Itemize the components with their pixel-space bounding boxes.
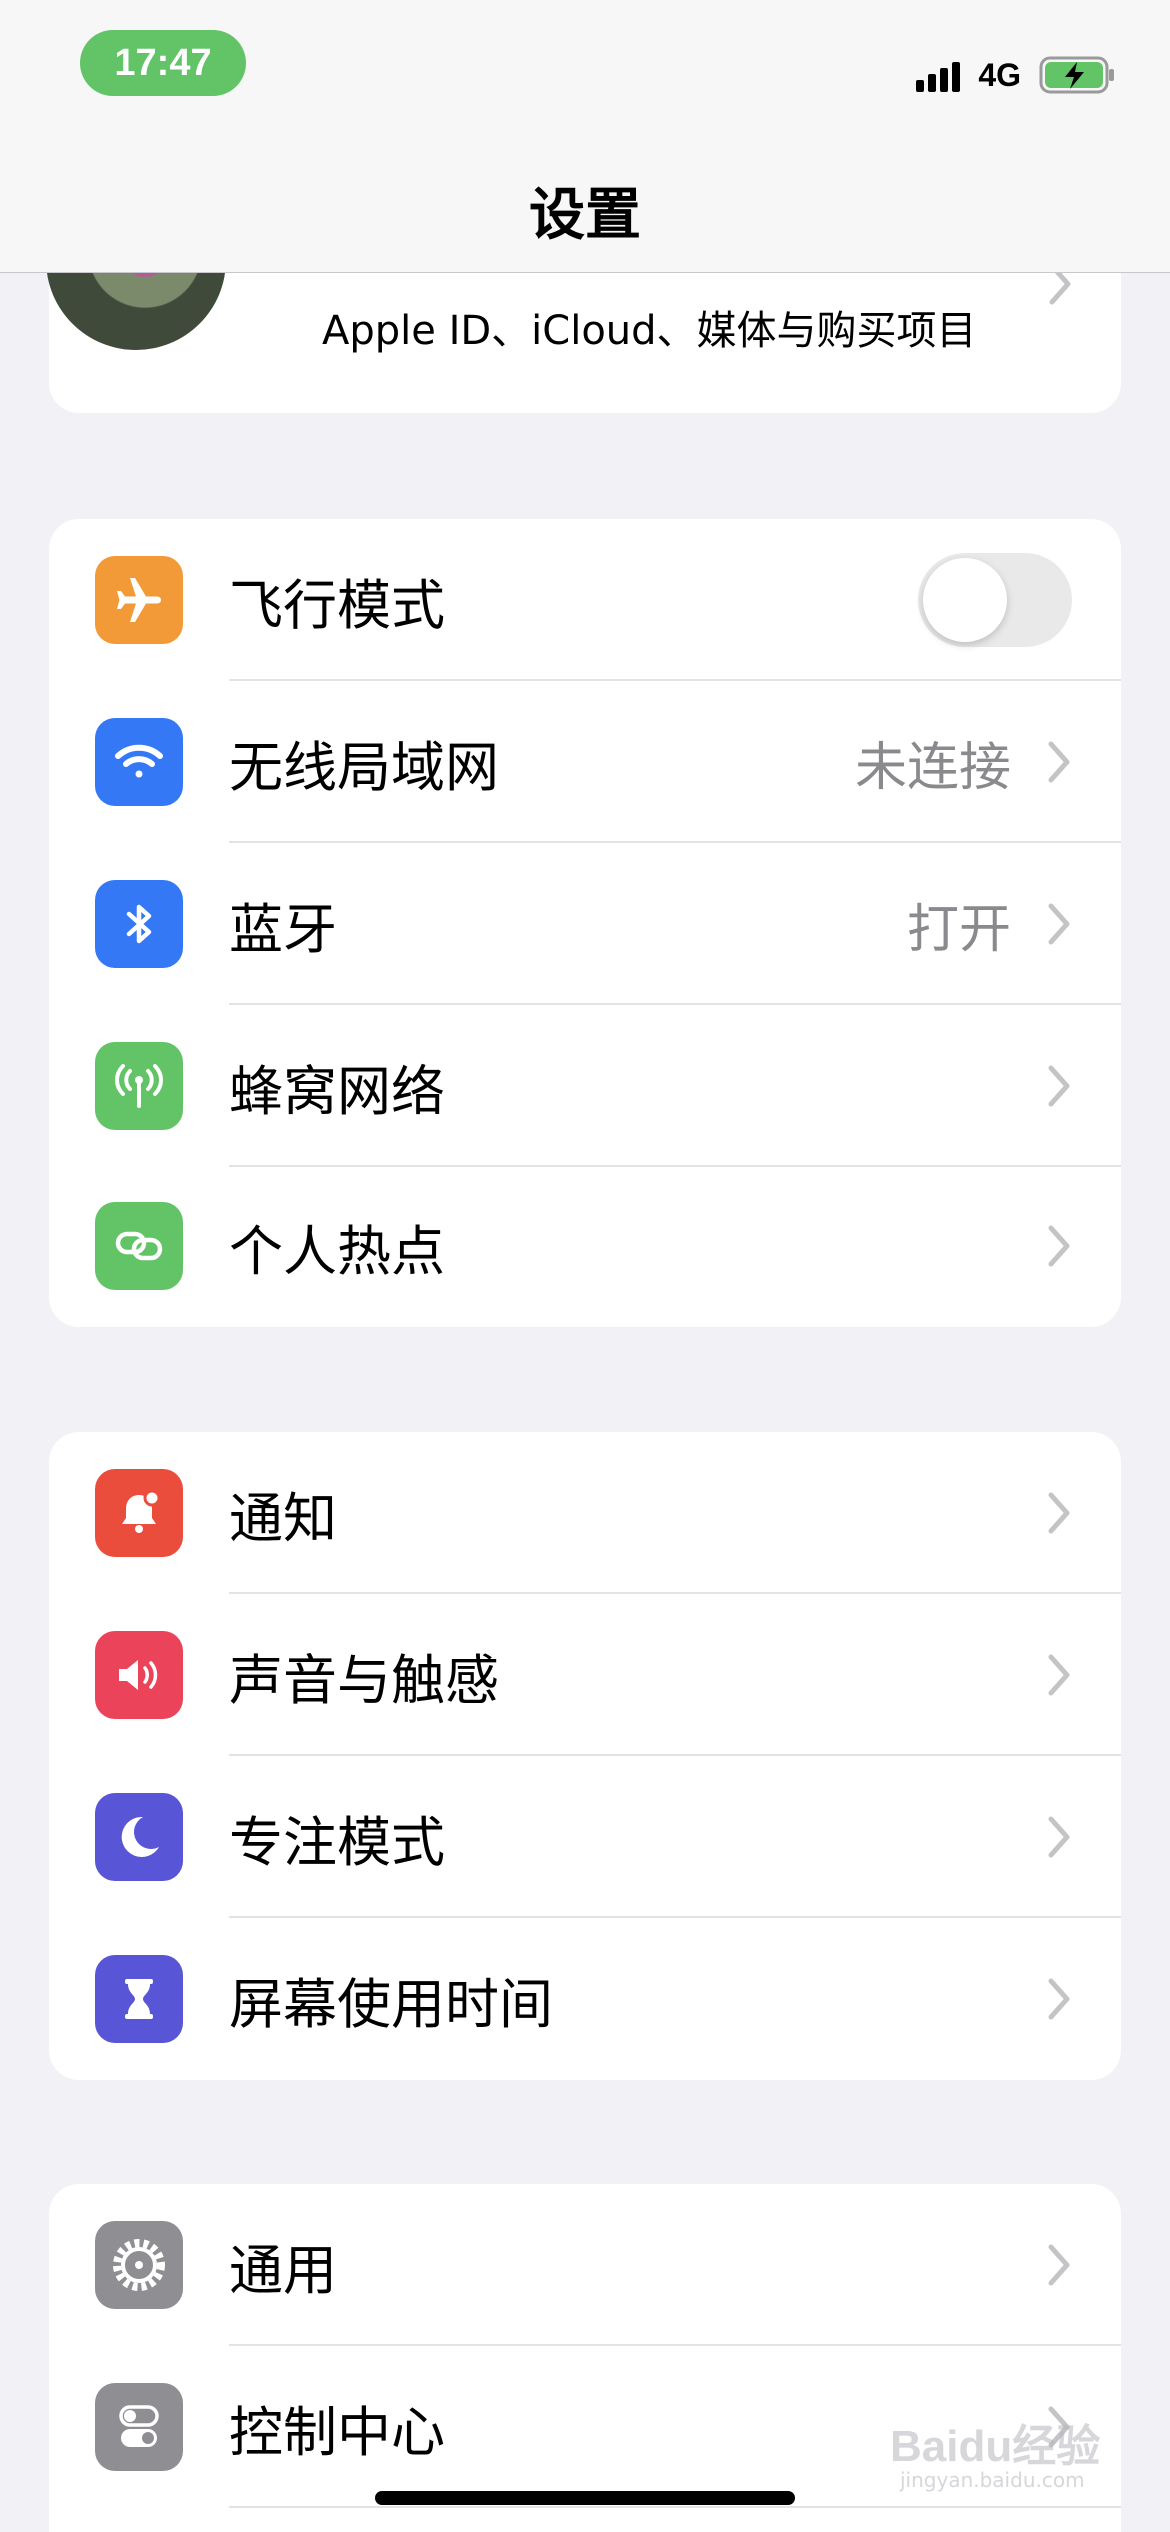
chevron-right-icon	[1048, 1978, 1070, 2020]
row-value: 打开	[906, 899, 1011, 960]
status-indicators: 4G	[916, 52, 1115, 98]
chevron-right-icon	[1048, 1816, 1070, 1858]
row-label: 声音与触感	[229, 1648, 499, 1712]
row-label: 屏幕使用时间	[229, 1972, 553, 2036]
row-bluetooth[interactable]: 蓝牙 打开	[49, 843, 1121, 1005]
row-cellular[interactable]: 蜂窝网络	[49, 1005, 1121, 1167]
row-label: 飞行模式	[229, 573, 445, 637]
row-value: 未连接	[854, 737, 1011, 798]
battery-charging-icon	[1039, 56, 1114, 94]
home-indicator[interactable]	[375, 2491, 795, 2505]
row-label: 蓝牙	[229, 897, 337, 961]
notification-bell-icon	[95, 1469, 183, 1557]
chevron-right-icon	[1048, 903, 1070, 945]
network-type: 4G	[978, 56, 1021, 93]
status-time[interactable]: 17:47	[80, 30, 246, 96]
wifi-icon	[95, 718, 183, 806]
chevron-right-icon	[1048, 1225, 1070, 1267]
row-label: 专注模式	[229, 1810, 445, 1874]
row-focus[interactable]: 专注模式	[49, 1756, 1121, 1918]
chevron-right-icon	[1048, 1492, 1070, 1534]
speaker-icon	[95, 1631, 183, 1719]
signal-icon	[916, 58, 961, 92]
chevron-right-icon	[1048, 741, 1070, 783]
connectivity-group: 飞行模式 无线局域网 未连接 蓝牙 打开 蜂窝网络 个人热点	[49, 519, 1121, 1327]
row-sounds[interactable]: 声音与触感	[49, 1594, 1121, 1756]
row-label: 蜂窝网络	[229, 1059, 445, 1123]
divider	[229, 2506, 1121, 2508]
row-label: 控制中心	[229, 2400, 445, 2464]
row-label: 无线局域网	[229, 735, 499, 799]
page-title: 设置	[529, 183, 641, 248]
row-notifications[interactable]: 通知	[49, 1432, 1121, 1594]
row-hotspot[interactable]: 个人热点	[49, 1165, 1121, 1327]
moon-icon	[95, 1793, 183, 1881]
toggle-knob	[923, 558, 1007, 642]
watermark-url: jingyan.baidu.com	[900, 2468, 1085, 2492]
watermark: Baidu经验	[890, 2422, 1101, 2471]
chevron-right-icon	[1048, 2244, 1070, 2286]
top-header: 17:47 4G 设置	[0, 0, 1170, 273]
switches-icon	[95, 2383, 183, 2471]
chevron-right-icon	[1048, 1654, 1070, 1696]
cellular-icon	[95, 1042, 183, 1130]
airplane-mode-toggle[interactable]	[918, 553, 1072, 647]
chevron-right-icon	[1048, 1065, 1070, 1107]
airplane-icon	[95, 556, 183, 644]
profile-subtitle: Apple ID、iCloud、媒体与购买项目	[322, 308, 977, 354]
bluetooth-icon	[95, 880, 183, 968]
row-label: 个人热点	[229, 1219, 445, 1283]
notifications-group: 通知 声音与触感 专注模式 屏幕使用时间	[49, 1432, 1121, 2080]
hotspot-icon	[95, 1202, 183, 1290]
row-wifi[interactable]: 无线局域网 未连接	[49, 681, 1121, 843]
row-label: 通知	[229, 1486, 337, 1550]
gear-icon	[95, 2221, 183, 2309]
hourglass-icon	[95, 1955, 183, 2043]
row-airplane-mode[interactable]: 飞行模式	[49, 519, 1121, 681]
row-general[interactable]: 通用	[49, 2184, 1121, 2346]
row-label: 通用	[229, 2238, 337, 2302]
row-screen-time[interactable]: 屏幕使用时间	[49, 1918, 1121, 2080]
